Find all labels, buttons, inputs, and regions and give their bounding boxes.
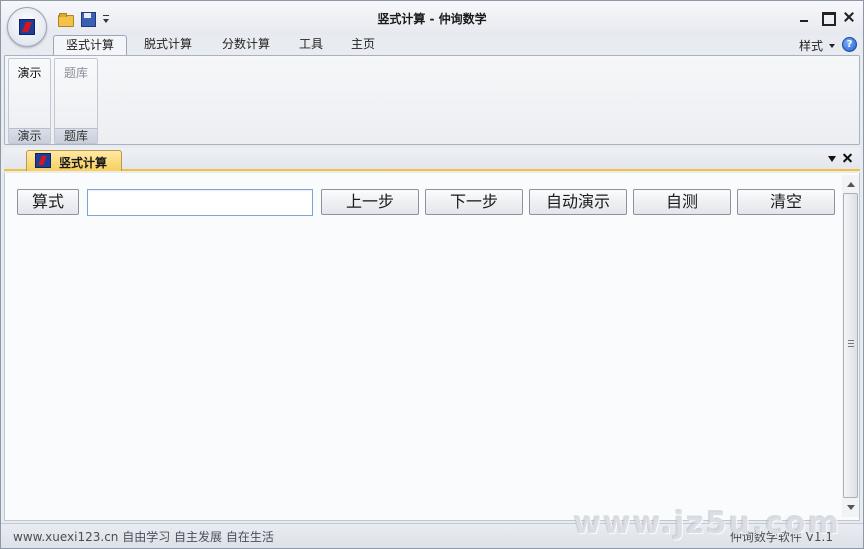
previous-step-button[interactable]: 上一步 [321,189,419,215]
window-controls [797,9,857,26]
document-tab[interactable]: 竖式计算 [26,150,122,171]
tab-fraction-calc[interactable]: 分数计算 [211,35,281,55]
tab-tools[interactable]: 工具 [289,35,333,55]
self-test-button[interactable]: 自测 [633,189,731,215]
scroll-up-arrow-icon[interactable] [847,182,855,187]
help-icon[interactable]: ? [842,37,857,52]
window-title: 竖式计算 - 仲询数学 [377,12,487,26]
document-tab-title: 竖式计算 [59,156,108,170]
formula-button[interactable]: 算式 [17,189,79,215]
application-menu-button[interactable] [7,7,47,47]
ribbon-tab-bar: 竖式计算 脱式计算 分数计算 工具 主页 [1,35,863,55]
maximize-icon[interactable] [819,9,836,26]
scroll-grip-icon [848,340,854,347]
tab-home[interactable]: 主页 [341,35,385,55]
scrollbar-thumb[interactable] [843,193,858,498]
tab-vertical-calc[interactable]: 竖式计算 [53,35,127,55]
minimize-icon[interactable] [797,9,813,25]
style-menu-label: 样式 [798,39,823,53]
formula-input[interactable] [87,189,313,216]
document-list-dropdown-icon[interactable] [828,156,836,162]
demo-button[interactable]: 演示 [9,64,50,81]
app-logo-icon [19,19,35,35]
close-window-icon[interactable] [841,9,857,25]
ribbon-group-question-bank: 题库 题库 [54,58,98,144]
auto-demo-button[interactable]: 自动演示 [529,189,627,215]
main-content: 算式 上一步 下一步 自动演示 自测 清空 [4,173,860,521]
title-bar: 竖式计算 - 仲询数学 [1,1,863,35]
vertical-scrollbar[interactable] [842,175,859,517]
ribbon-group-label-question-bank: 题库 [55,128,97,143]
close-document-icon[interactable] [842,152,854,164]
next-step-button[interactable]: 下一步 [425,189,523,215]
ribbon-panel: 演示 演示 题库 题库 [4,55,860,145]
scroll-down-arrow-icon[interactable] [847,505,855,510]
document-tab-bar: 竖式计算 [4,148,860,171]
chevron-down-icon [829,43,835,48]
clear-button[interactable]: 清空 [737,189,835,215]
status-website-slogan: www.xuexi123.cn 自由学习 自主发展 自在生活 [13,530,274,544]
app-window: 竖式计算 - 仲询数学 竖式计算 脱式计算 分数计算 工具 主页 样式 ? 演示… [0,0,864,549]
document-logo-icon [35,153,51,168]
question-bank-button[interactable]: 题库 [55,64,97,81]
style-menu[interactable]: 样式 [799,37,835,54]
ribbon-group-label-demo: 演示 [9,128,50,143]
watermark-text: www.jz5u.com [573,506,841,541]
tab-stepwise-calc[interactable]: 脱式计算 [133,35,203,55]
ribbon-group-demo: 演示 演示 [8,58,51,144]
